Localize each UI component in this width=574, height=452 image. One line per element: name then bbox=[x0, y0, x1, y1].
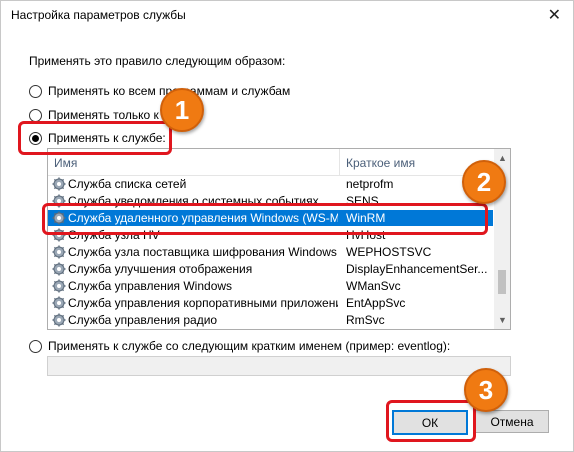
scroll-up-icon[interactable]: ▲ bbox=[498, 153, 507, 163]
service-gear-icon bbox=[52, 296, 66, 310]
service-name: Служба управления радио bbox=[68, 313, 218, 327]
list-row[interactable]: Служба управления корпоративными приложе… bbox=[48, 295, 493, 311]
dialog-title: Настройка параметров службы bbox=[11, 8, 186, 22]
service-gear-icon bbox=[52, 245, 66, 259]
service-gear-icon bbox=[52, 313, 66, 327]
scroll-thumb[interactable] bbox=[498, 270, 506, 294]
highlight-winrm-row bbox=[42, 203, 488, 235]
service-gear-icon bbox=[52, 262, 66, 276]
service-name: Служба узла поставщика шифрования Window… bbox=[68, 245, 337, 259]
service-name: Служба управления корпоративными приложе… bbox=[68, 296, 338, 310]
list-row[interactable]: Служба управления Windows WManSvc bbox=[48, 278, 493, 294]
highlight-apply-to-service bbox=[18, 121, 172, 155]
service-gear-icon bbox=[52, 279, 66, 293]
service-gear-icon bbox=[52, 177, 66, 191]
radio-all-services[interactable]: Применять ко всем программам и службам bbox=[29, 82, 290, 100]
column-header-name[interactable]: Имя bbox=[54, 156, 77, 170]
radio-button[interactable] bbox=[29, 108, 42, 122]
service-short-name: DisplayEnhancementSer... bbox=[346, 262, 488, 276]
radio-label: Применять к службе со следующим кратким … bbox=[48, 339, 451, 353]
step-badge-3: 3 bbox=[464, 368, 508, 412]
list-row[interactable]: Служба списка сетей netprofm bbox=[48, 176, 493, 192]
scroll-down-icon[interactable]: ▼ bbox=[498, 315, 507, 325]
service-short-name: RmSvc bbox=[346, 313, 385, 327]
close-icon[interactable]: ✕ bbox=[548, 5, 561, 25]
service-short-name: WManSvc bbox=[346, 279, 401, 293]
highlight-ok-button bbox=[386, 400, 476, 442]
step-badge-2: 2 bbox=[462, 160, 506, 204]
step-badge-1: 1 bbox=[160, 88, 204, 132]
service-name: Служба списка сетей bbox=[68, 177, 187, 191]
service-short-name: EntAppSvc bbox=[346, 296, 406, 310]
services-list[interactable]: Имя Краткое имя Служба списка сетей netpr… bbox=[47, 148, 511, 330]
short-name-input[interactable] bbox=[47, 356, 511, 376]
radio-button[interactable] bbox=[29, 84, 42, 98]
prompt-label: Применять это правило следующим образом: bbox=[29, 54, 286, 68]
service-name: Служба улучшения отображения bbox=[68, 262, 253, 276]
list-row[interactable]: Служба узла поставщика шифрования Window… bbox=[48, 244, 493, 260]
service-name: Служба управления Windows bbox=[68, 279, 233, 293]
radio-label: Применять только к с bbox=[48, 108, 169, 122]
list-row[interactable]: Служба управления радио RmSvc bbox=[48, 312, 493, 328]
column-divider[interactable] bbox=[339, 149, 340, 175]
radio-short-name[interactable]: Применять к службе со следующим кратким … bbox=[29, 337, 450, 355]
service-short-name: WEPHOSTSVC bbox=[346, 245, 432, 259]
radio-button[interactable] bbox=[29, 339, 42, 353]
title-bar: Настройка параметров службы ✕ bbox=[1, 1, 573, 29]
list-row[interactable]: Служба улучшения отображения DisplayEnhan… bbox=[48, 261, 493, 277]
cancel-button[interactable]: Отмена bbox=[475, 410, 549, 433]
column-header-short-name[interactable]: Краткое имя bbox=[346, 156, 415, 170]
